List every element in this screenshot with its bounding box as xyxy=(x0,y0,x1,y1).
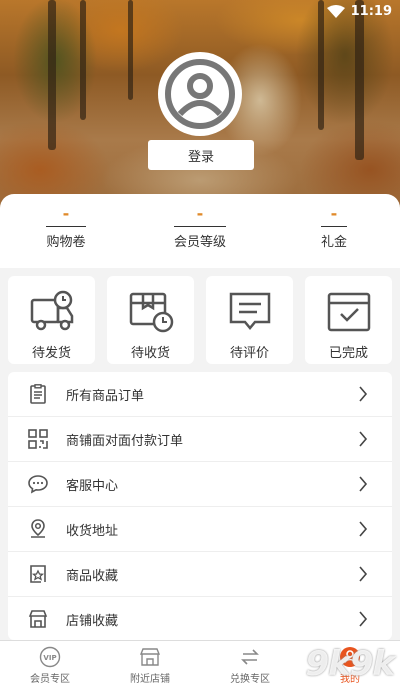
stat-coupons[interactable]: - 购物卷 xyxy=(16,204,116,250)
tab-member-zone[interactable]: VIP 会员专区 xyxy=(0,641,100,690)
order-label: 待评价 xyxy=(229,346,269,361)
comment-icon xyxy=(229,292,270,330)
tab-label: 附近店铺 xyxy=(130,674,170,685)
status-time: 11:19 xyxy=(350,4,392,19)
nearby-store-icon xyxy=(139,648,161,666)
login-button[interactable]: 登录 xyxy=(148,140,254,170)
truck-icon xyxy=(30,290,73,331)
package-clock-icon xyxy=(129,292,173,333)
order-label: 已完成 xyxy=(328,346,368,361)
vip-icon: VIP xyxy=(39,646,61,668)
order-label: 待收货 xyxy=(130,346,170,361)
store-icon xyxy=(28,610,48,628)
order-pending-receipt[interactable]: 待收货 xyxy=(107,276,194,364)
member-stats: - 购物卷 - 会员等级 - 礼金 xyxy=(0,194,400,268)
chat-icon xyxy=(28,475,48,494)
chevron-right-icon xyxy=(359,611,368,627)
order-label: 待发货 xyxy=(31,346,71,361)
wifi-icon xyxy=(326,5,345,18)
tab-nearby-stores[interactable]: 附近店铺 xyxy=(100,641,200,690)
clipboard-icon xyxy=(30,384,46,404)
order-pending-review[interactable]: 待评价 xyxy=(206,276,293,364)
stat-label: 礼金 xyxy=(320,226,347,250)
user-icon xyxy=(165,59,235,129)
stat-member-level[interactable]: - 会员等级 xyxy=(150,204,250,250)
menu-item-favorite-goods[interactable]: 商品收藏 xyxy=(8,552,392,597)
chevron-right-icon xyxy=(359,521,368,537)
chevron-right-icon xyxy=(359,566,368,582)
calendar-check-icon xyxy=(327,292,370,332)
tab-label: 会员专区 xyxy=(30,674,70,685)
menu-item-all-orders[interactable]: 所有商品订单 xyxy=(8,372,392,417)
watermark-logo: 9k9k xyxy=(305,644,395,684)
chevron-right-icon xyxy=(359,431,368,447)
menu-list: 所有商品订单 商铺面对面付款订单 客服中心 收货地址 商品收藏 店铺收藏 xyxy=(8,372,392,640)
exchange-icon xyxy=(241,649,259,665)
chevron-right-icon xyxy=(359,386,368,402)
qr-code-icon xyxy=(28,429,48,449)
tab-label: 兑换专区 xyxy=(230,674,270,685)
menu-label: 所有商品订单 xyxy=(66,388,145,404)
menu-label: 店铺收藏 xyxy=(66,613,119,629)
menu-item-shipping-address[interactable]: 收货地址 xyxy=(8,507,392,552)
menu-label: 商铺面对面付款订单 xyxy=(66,433,184,449)
stat-value: - xyxy=(330,204,338,223)
avatar[interactable] xyxy=(158,52,242,136)
menu-item-store-payment-orders[interactable]: 商铺面对面付款订单 xyxy=(8,417,392,462)
stat-value: - xyxy=(62,204,70,223)
order-status-row: 待发货 待收货 待评价 已完成 xyxy=(8,276,392,364)
stat-value: - xyxy=(196,204,204,223)
stat-label: 购物卷 xyxy=(46,226,86,250)
svg-text:VIP: VIP xyxy=(43,654,56,662)
stat-gift-money[interactable]: - 礼金 xyxy=(284,204,384,250)
order-pending-shipment[interactable]: 待发货 xyxy=(8,276,95,364)
location-icon xyxy=(31,519,45,538)
menu-label: 客服中心 xyxy=(66,478,119,494)
favorite-goods-icon xyxy=(30,565,46,583)
chevron-right-icon xyxy=(359,476,368,492)
status-bar: 11:19 xyxy=(326,4,392,19)
order-completed[interactable]: 已完成 xyxy=(305,276,392,364)
menu-label: 收货地址 xyxy=(66,523,119,539)
stat-label: 会员等级 xyxy=(173,226,226,250)
menu-item-customer-service[interactable]: 客服中心 xyxy=(8,462,392,507)
menu-item-favorite-stores[interactable]: 店铺收藏 xyxy=(8,597,392,640)
tab-exchange-zone[interactable]: 兑换专区 xyxy=(200,641,300,690)
menu-label: 商品收藏 xyxy=(66,568,119,584)
